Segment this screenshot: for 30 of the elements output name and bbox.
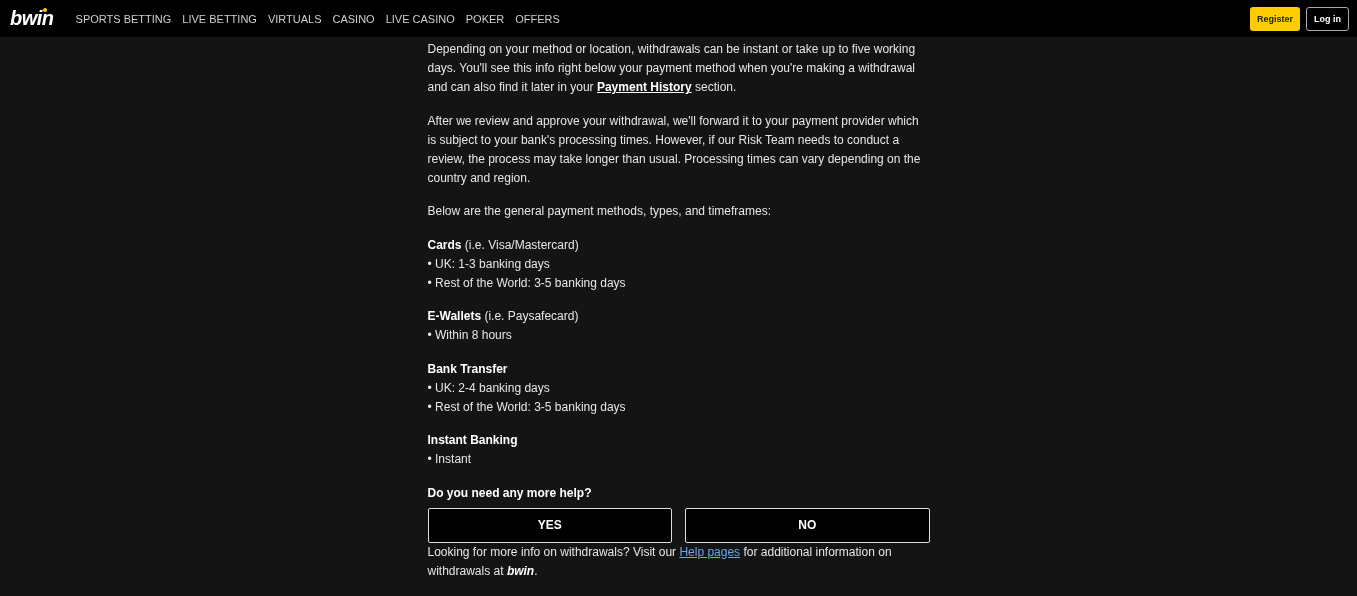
nav-link[interactable]: LIVE BETTING — [182, 12, 257, 25]
help-question: Do you need any more help? — [427, 484, 593, 502]
bwin-logo[interactable]: bwin — [10, 7, 54, 29]
method-detail: • UK: 1-3 banking days — [427, 255, 551, 273]
dot-icon — [43, 8, 47, 12]
method-title: E-Wallets (i.e. Paysafecard) — [427, 308, 580, 326]
intro-paragraph: Depending on your method or location, withdrawals can be instant or take up to five working days. You'll see this info right below your payment method when you're making a withdrawal and can also find it later in your Payment History section. — [427, 41, 917, 97]
method-detail: • Rest of the World: 3-5 banking days — [427, 275, 627, 293]
nav-link[interactable]: CASINO — [332, 12, 375, 25]
footer-paragraph: Looking for more info on withdrawals? Visit our Help pages for additional information on withdrawals at bwin. — [427, 543, 893, 581]
login-button[interactable]: Log in — [1306, 6, 1349, 31]
register-button[interactable]: Register — [1250, 6, 1300, 31]
nav-link[interactable]: VIRTUALS — [267, 12, 322, 25]
method-detail: • Rest of the World: 3-5 banking days — [427, 399, 627, 417]
method-title: Cards (i.e. Visa/Mastercard) — [427, 236, 580, 254]
method-title: Bank Transfer — [427, 360, 509, 378]
nav-link[interactable]: LIVE CASINO — [385, 12, 455, 25]
paragraph: Below are the general payment methods, types, and timeframes: — [427, 203, 772, 221]
paragraph: After we review and approve your withdrawal, we'll forward it to your payment provider which is subject to your bank's processing times. However, if our Risk Team needs to conduct a review, the process may take longer than usual. Processing times can vary depending on the country and region. — [427, 112, 922, 188]
nav-link[interactable]: SPORTS BETTING — [75, 12, 172, 25]
answer-button[interactable]: NO — [685, 507, 930, 543]
help-pages-link[interactable]: Help pages — [679, 544, 741, 559]
payment-history-link[interactable]: Payment History — [596, 80, 692, 95]
method-title: Instant Banking — [427, 432, 519, 450]
answer-button[interactable]: YES — [427, 507, 672, 543]
nav-link[interactable]: POKER — [465, 12, 505, 25]
method-detail: • Within 8 hours — [427, 327, 513, 345]
method-detail: • Instant — [427, 451, 473, 469]
nav-link[interactable]: OFFERS — [515, 12, 560, 25]
method-detail: • UK: 2-4 banking days — [427, 379, 551, 397]
